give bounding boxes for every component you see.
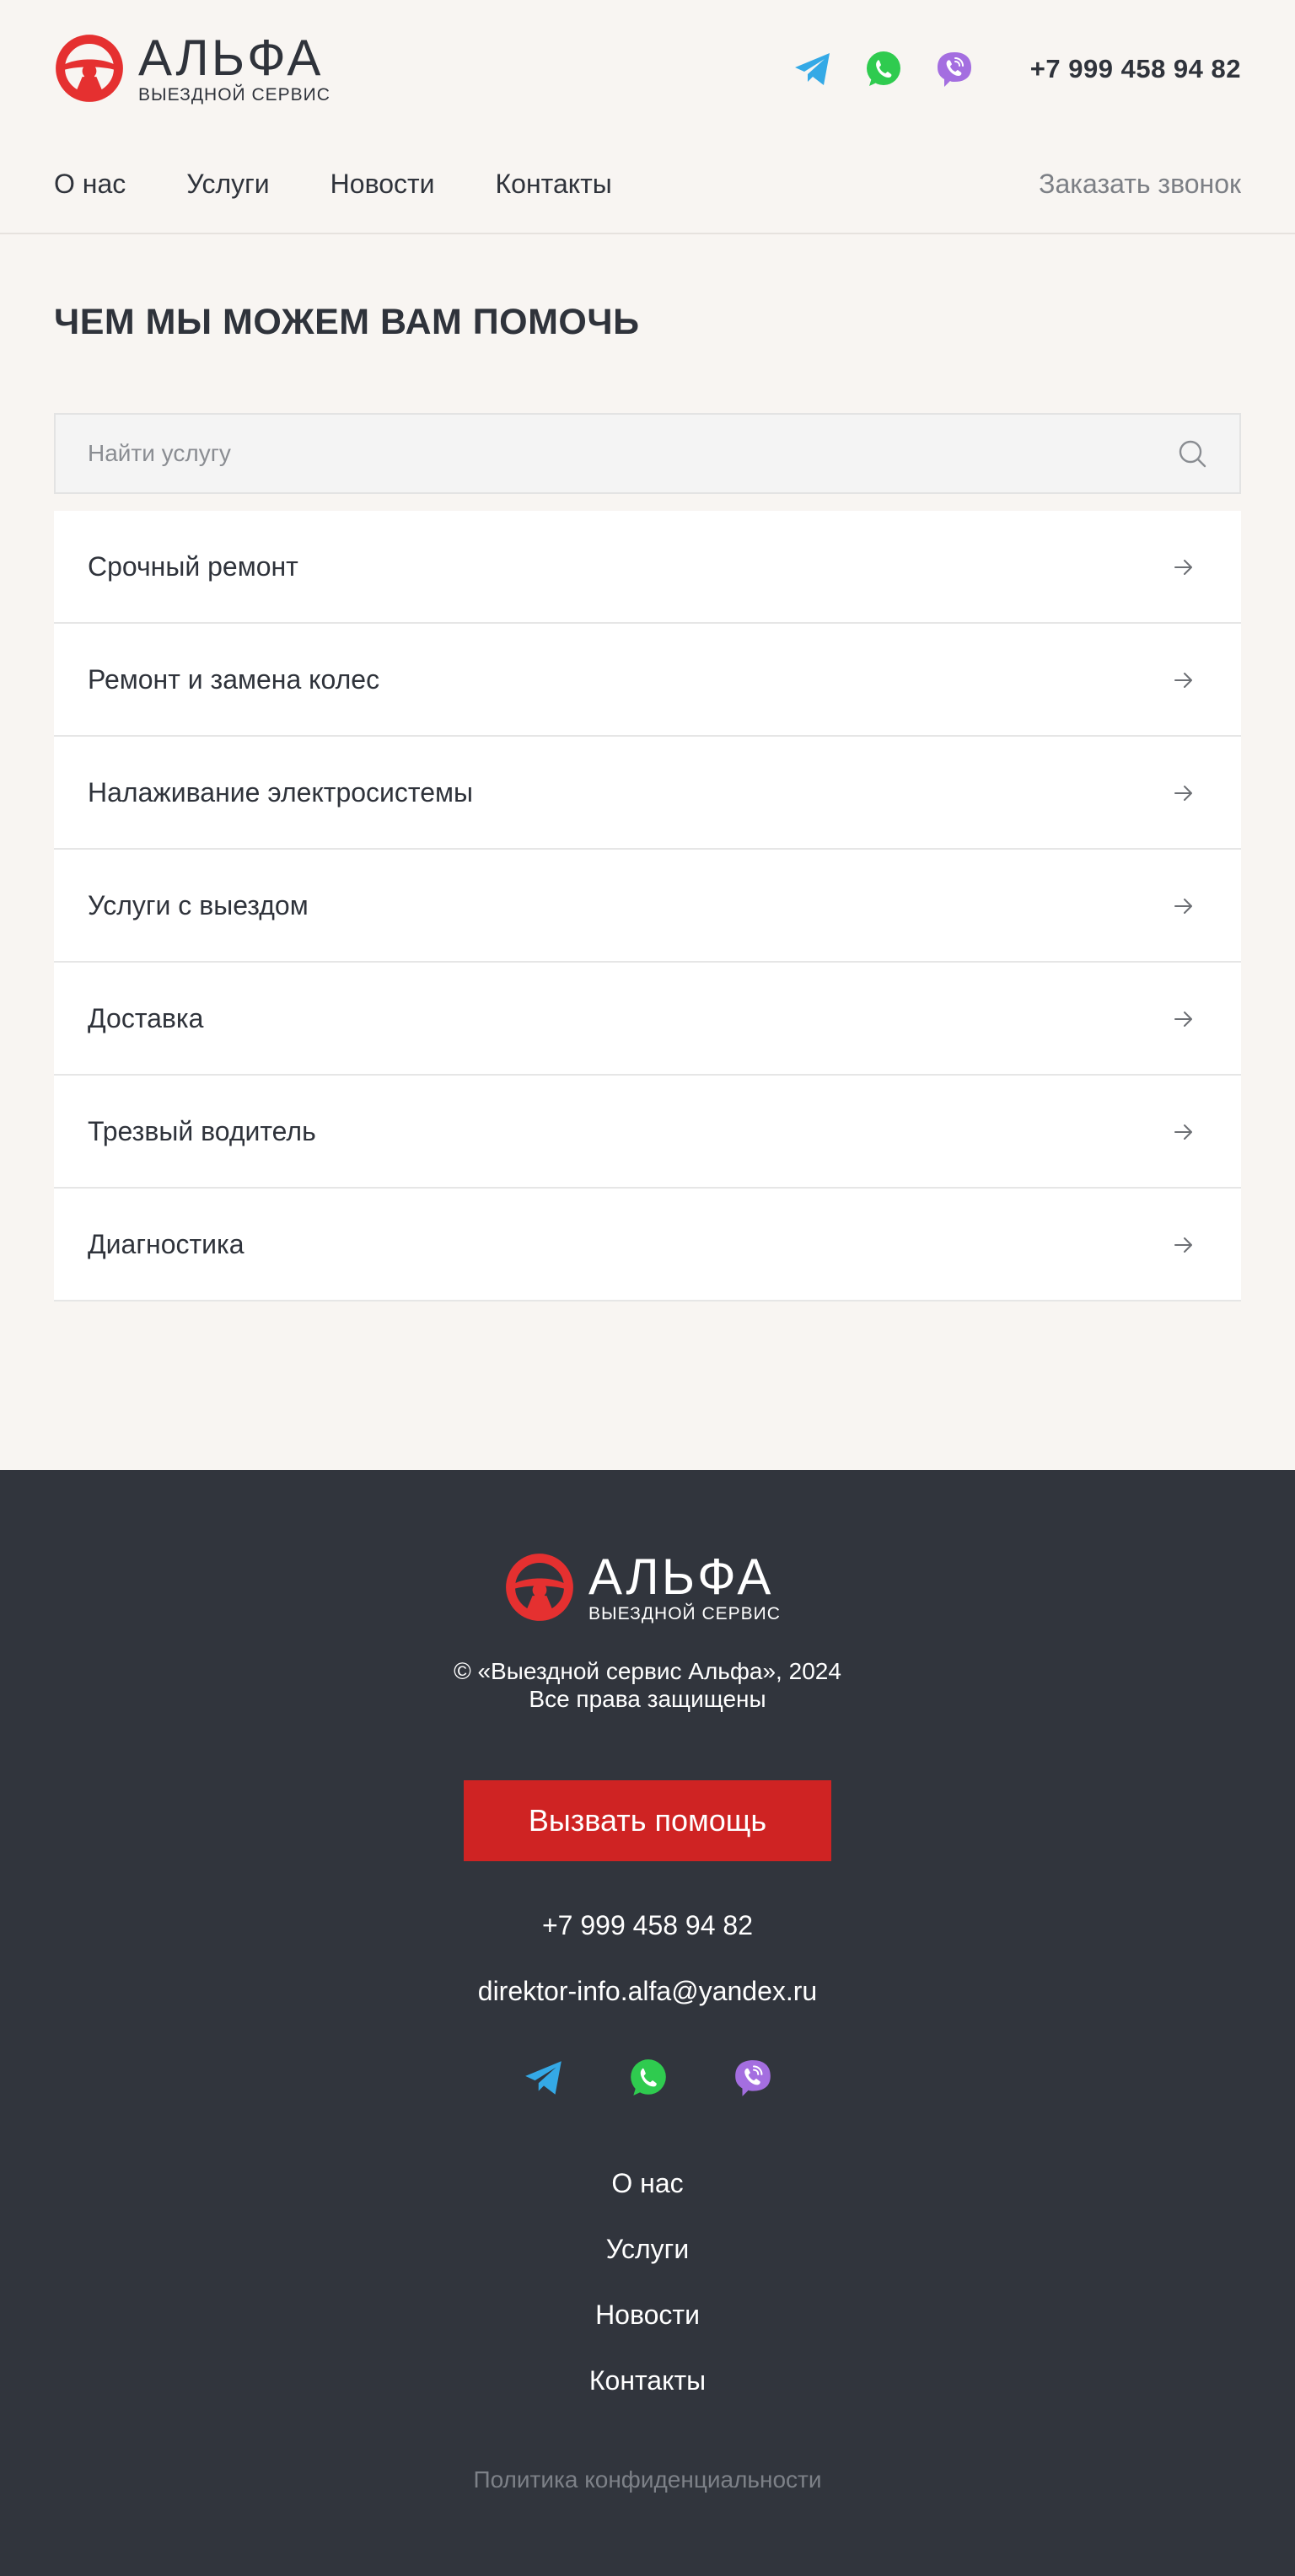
viber-icon[interactable] (934, 49, 975, 89)
privacy-policy-link[interactable]: Политика конфиденциальности (0, 2466, 1295, 2493)
arrow-right-icon (1174, 1123, 1194, 1141)
logo-name: АЛЬФА (138, 30, 324, 86)
footer-email-link[interactable]: direktor-info.alfa@yandex.ru (0, 1976, 1295, 2007)
telegram-icon[interactable] (523, 2057, 565, 2099)
order-callback-link[interactable]: Заказать звонок (1039, 169, 1241, 200)
logo-text: АЛЬФА ВЫЕЗДНОЙ СЕРВИС (588, 1551, 781, 1623)
footer-nav-about[interactable]: О нас (0, 2166, 1295, 2232)
service-item-diagnostics[interactable]: Диагностика (54, 1189, 1241, 1301)
footer-nav-services[interactable]: Услуги (0, 2232, 1295, 2298)
logo-tagline: ВЫЕЗДНОЙ СЕРВИС (588, 1604, 781, 1623)
nav-item-contacts[interactable]: Контакты (496, 169, 612, 200)
footer-phone-link[interactable]: +7 999 458 94 82 (0, 1910, 1295, 1941)
service-item-sober-driver[interactable]: Трезвый водитель (54, 1076, 1241, 1189)
service-item-wheels[interactable]: Ремонт и замена колес (54, 624, 1241, 737)
service-label: Диагностика (88, 1228, 244, 1259)
main-nav: О нас Услуги Новости Контакты (54, 169, 673, 200)
call-help-button[interactable]: Вызвать помощь (464, 1780, 831, 1861)
arrow-right-icon (1174, 558, 1194, 577)
header-social-links (793, 49, 1005, 89)
steering-wheel-logo-icon (54, 33, 125, 104)
logo-name: АЛЬФА (588, 1548, 774, 1605)
arrow-right-icon (1174, 1236, 1194, 1254)
service-label: Срочный ремонт (88, 550, 298, 582)
viber-icon[interactable] (732, 2057, 774, 2099)
service-item-urgent-repair[interactable]: Срочный ремонт (54, 511, 1241, 624)
telegram-icon[interactable] (793, 49, 833, 89)
header-phone-link[interactable]: +7 999 458 94 82 (1030, 54, 1241, 84)
service-label: Услуги с выездом (88, 889, 309, 920)
whatsapp-icon[interactable] (627, 2057, 669, 2099)
copyright: © «Выездной сервис Альфа», 2024 Все прав… (0, 1657, 1295, 1713)
arrow-right-icon (1174, 1010, 1194, 1028)
copyright-line: © «Выездной сервис Альфа», 2024 (454, 1658, 841, 1684)
site-header: АЛЬФА ВЫЕЗДНОЙ СЕРВИС +7 999 458 94 82 О… (0, 0, 1295, 234)
header-divider (0, 233, 1295, 234)
header-logo[interactable]: АЛЬФА ВЫЕЗДНОЙ СЕРВИС (54, 32, 330, 105)
service-search (54, 413, 1241, 494)
steering-wheel-logo-icon (504, 1552, 575, 1623)
rights-line: Все права защищены (529, 1686, 766, 1712)
footer-nav: О нас Услуги Новости Контакты (0, 2166, 1295, 2429)
logo-text: АЛЬФА ВЫЕЗДНОЙ СЕРВИС (138, 32, 330, 105)
service-label: Ремонт и замена колес (88, 663, 380, 695)
nav-item-news[interactable]: Новости (330, 169, 435, 200)
arrow-right-icon (1174, 897, 1194, 915)
site-footer: АЛЬФА ВЫЕЗДНОЙ СЕРВИС © «Выездной сервис… (0, 1470, 1295, 2576)
search-icon[interactable] (1177, 438, 1207, 469)
arrow-right-icon (1174, 784, 1194, 802)
service-item-on-site[interactable]: Услуги с выездом (54, 850, 1241, 963)
service-item-delivery[interactable]: Доставка (54, 963, 1241, 1076)
nav-item-about[interactable]: О нас (54, 169, 126, 200)
page-title: ЧЕМ МЫ МОЖЕМ ВАМ ПОМОЧЬ (54, 302, 640, 342)
service-label: Доставка (88, 1002, 204, 1033)
service-item-electrics[interactable]: Налаживание электросистемы (54, 737, 1241, 850)
nav-item-services[interactable]: Услуги (186, 169, 269, 200)
footer-nav-news[interactable]: Новости (0, 2298, 1295, 2364)
footer-logo[interactable]: АЛЬФА ВЫЕЗДНОЙ СЕРВИС (504, 1551, 781, 1623)
search-input[interactable] (88, 415, 1133, 492)
service-label: Налаживание электросистемы (88, 776, 473, 808)
services-list: Срочный ремонт Ремонт и замена колес Нал… (54, 511, 1241, 1301)
logo-tagline: ВЫЕЗДНОЙ СЕРВИС (138, 85, 330, 105)
whatsapp-icon[interactable] (863, 49, 904, 89)
footer-nav-contacts[interactable]: Контакты (0, 2364, 1295, 2429)
footer-social-links (523, 2057, 836, 2099)
service-label: Трезвый водитель (88, 1115, 316, 1146)
arrow-right-icon (1174, 671, 1194, 690)
